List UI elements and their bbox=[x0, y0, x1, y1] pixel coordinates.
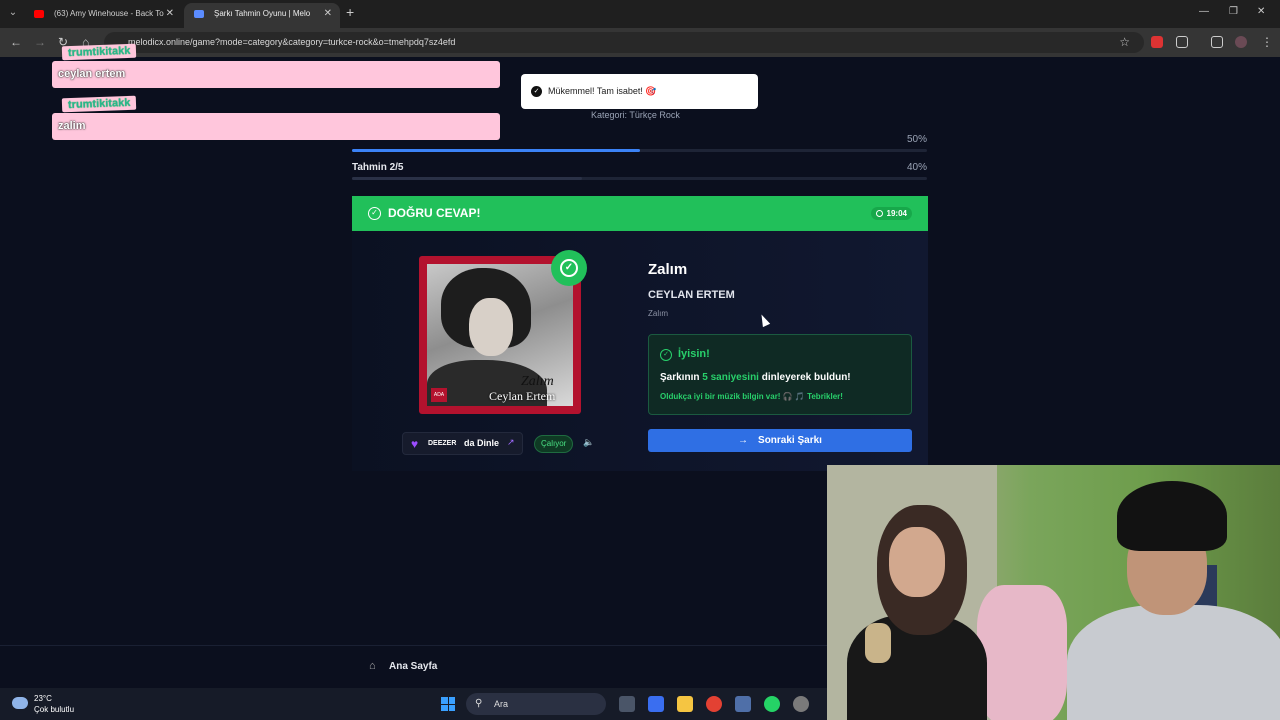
media-control-icon[interactable] bbox=[1211, 36, 1223, 48]
maximize-icon[interactable]: ❐ bbox=[1229, 6, 1238, 17]
windows-start-icon[interactable] bbox=[441, 697, 455, 711]
result-suffix: dinleyerek buldun! bbox=[758, 372, 851, 383]
album-cover-artist: Ceylan Ertem bbox=[489, 389, 556, 403]
song-title: Zalım bbox=[648, 261, 688, 278]
volume-icon[interactable]: 🔈 bbox=[583, 437, 594, 448]
windows-taskbar: 23°C Çok bulutlu ⚲ Ara bbox=[0, 688, 827, 720]
banner-title: DOĞRU CEVAP! bbox=[388, 206, 481, 220]
store-icon[interactable] bbox=[735, 696, 751, 712]
result-praise: Oldukça iyi bir müzik bilgin var! 🎧 🎵 Te… bbox=[660, 392, 843, 401]
file-explorer-icon[interactable] bbox=[677, 696, 693, 712]
guess-bar bbox=[352, 177, 927, 180]
result-heading: İyisin! bbox=[678, 348, 710, 360]
guess-fill bbox=[352, 177, 582, 180]
result-highlight: 5 saniyesini bbox=[702, 372, 759, 383]
album-cover-title: Zalım bbox=[521, 374, 554, 389]
youtube-icon bbox=[34, 10, 44, 18]
tab-search-icon[interactable]: ⌄ bbox=[4, 4, 22, 22]
search-placeholder: Ara bbox=[494, 699, 509, 709]
address-bar[interactable]: melodicx.online/game?mode=category&categ… bbox=[104, 32, 1144, 53]
browser-tabbar: ⌄ (63) Amy Winehouse - Back To ✕ Şarkı T… bbox=[0, 0, 1280, 28]
song-album: Zalım bbox=[648, 309, 668, 318]
whatsapp-icon[interactable] bbox=[764, 696, 780, 712]
progress-fill bbox=[352, 149, 640, 152]
check-circle-icon: ✓ bbox=[660, 349, 672, 361]
webcam-chair bbox=[977, 585, 1067, 720]
chat-message: ceylan ertem bbox=[52, 61, 500, 88]
home-icon: ⌂ bbox=[369, 660, 376, 672]
next-song-label: Sonraki Şarkı bbox=[758, 435, 822, 446]
extension-icon[interactable] bbox=[1151, 36, 1163, 48]
temperature[interactable]: 23°C bbox=[34, 694, 52, 703]
next-song-button[interactable]: → Sonraki Şarkı bbox=[648, 429, 912, 452]
chat-username: trumtikitakk bbox=[61, 43, 137, 61]
deezer-listen-button[interactable]: ♥ DEEZER da Dinle ↗ bbox=[402, 432, 523, 455]
result-message-box: ✓ İyisin! Şarkının 5 saniyesini dinleyer… bbox=[648, 334, 912, 415]
playing-badge: Çalıyor bbox=[534, 435, 574, 453]
time-text: 19:04 bbox=[886, 209, 907, 218]
weather-condition[interactable]: Çok bulutlu bbox=[34, 705, 74, 714]
deezer-heart-icon: ♥ bbox=[411, 437, 419, 451]
song-artist: CEYLAN ERTEM bbox=[648, 289, 735, 301]
category-label: Kategori: Türkçe Rock bbox=[591, 110, 680, 120]
minimize-icon[interactable]: — bbox=[1199, 6, 1209, 17]
url-text: melodicx.online/game?mode=category&categ… bbox=[128, 37, 456, 47]
close-tab-icon[interactable]: ✕ bbox=[166, 3, 174, 25]
deezer-brand: DEEZER bbox=[428, 440, 457, 447]
toast-text: Mükemmel! Tam isabet! 🎯 bbox=[548, 86, 657, 96]
tab-title: Şarkı Tahmin Oyunu | Melo bbox=[214, 9, 311, 18]
tab-youtube[interactable]: (63) Amy Winehouse - Back To ✕ bbox=[24, 3, 182, 28]
progress-value: 50% bbox=[906, 134, 927, 145]
chrome-icon[interactable] bbox=[706, 696, 722, 712]
taskbar-search[interactable]: ⚲ Ara bbox=[466, 693, 606, 715]
close-tab-icon[interactable]: ✕ bbox=[324, 3, 332, 25]
back-icon[interactable]: ← bbox=[10, 35, 22, 49]
home-label: Ana Sayfa bbox=[389, 661, 438, 672]
arrow-right-icon: → bbox=[738, 435, 749, 446]
deezer-label: da Dinle bbox=[464, 438, 500, 448]
extensions-puzzle-icon[interactable] bbox=[1176, 36, 1188, 48]
cloud-icon bbox=[12, 697, 28, 709]
new-tab-button[interactable]: + bbox=[346, 4, 354, 20]
check-icon: ✓ bbox=[560, 259, 578, 277]
result-line: Şarkının 5 saniyesini dinleyerek buldun! bbox=[660, 372, 851, 383]
label-logo: ADA bbox=[431, 388, 447, 402]
browser-toolbar: ← → ↻ ⌂ melodicx.online/game?mode=catego… bbox=[0, 28, 1280, 57]
bookmark-star-icon[interactable]: ☆ bbox=[1119, 35, 1130, 49]
close-window-icon[interactable]: ✕ bbox=[1257, 6, 1265, 17]
check-icon: ✓ bbox=[531, 86, 542, 97]
guess-value: 40% bbox=[906, 162, 927, 173]
chat-message: zalim bbox=[52, 113, 500, 140]
chat-username: trumtikitakk bbox=[61, 95, 137, 113]
album-art: Zalım Ceylan Ertem ADA bbox=[427, 264, 573, 406]
correct-check-badge: ✓ bbox=[551, 250, 587, 286]
copilot-icon[interactable] bbox=[648, 696, 664, 712]
clock-icon bbox=[875, 210, 883, 217]
time-badge: 19:04 bbox=[870, 207, 912, 220]
task-view-icon[interactable] bbox=[619, 696, 635, 712]
menu-icon[interactable]: ⋮ bbox=[1261, 35, 1273, 49]
forward-icon[interactable]: → bbox=[34, 35, 46, 49]
site-icon bbox=[194, 10, 204, 18]
result-prefix: Şarkının bbox=[660, 372, 703, 383]
success-toast: ✓ Mükemmel! Tam isabet! 🎯 bbox=[521, 74, 758, 109]
tab-melodicx[interactable]: Şarkı Tahmin Oyunu | Melo ✕ bbox=[184, 3, 340, 28]
webcam-person-left-face bbox=[889, 527, 945, 597]
progress-bar bbox=[352, 149, 927, 152]
correct-answer-banner: ✓ DOĞRU CEVAP! 19:04 bbox=[352, 196, 928, 231]
settings-icon[interactable] bbox=[793, 696, 809, 712]
microphone bbox=[865, 623, 891, 663]
webcam-person-right-hat bbox=[1117, 481, 1227, 551]
search-icon: ⚲ bbox=[475, 698, 483, 709]
check-circle-icon: ✓ bbox=[368, 207, 381, 220]
guess-count-label: Tahmin 2/5 bbox=[352, 162, 404, 173]
profile-avatar[interactable] bbox=[1235, 36, 1247, 48]
album-face bbox=[469, 298, 513, 356]
webcam-overlay bbox=[827, 465, 1280, 720]
external-link-icon: ↗ bbox=[507, 437, 515, 447]
webcam-person-right bbox=[1067, 605, 1280, 720]
tab-title: (63) Amy Winehouse - Back To bbox=[54, 9, 164, 18]
